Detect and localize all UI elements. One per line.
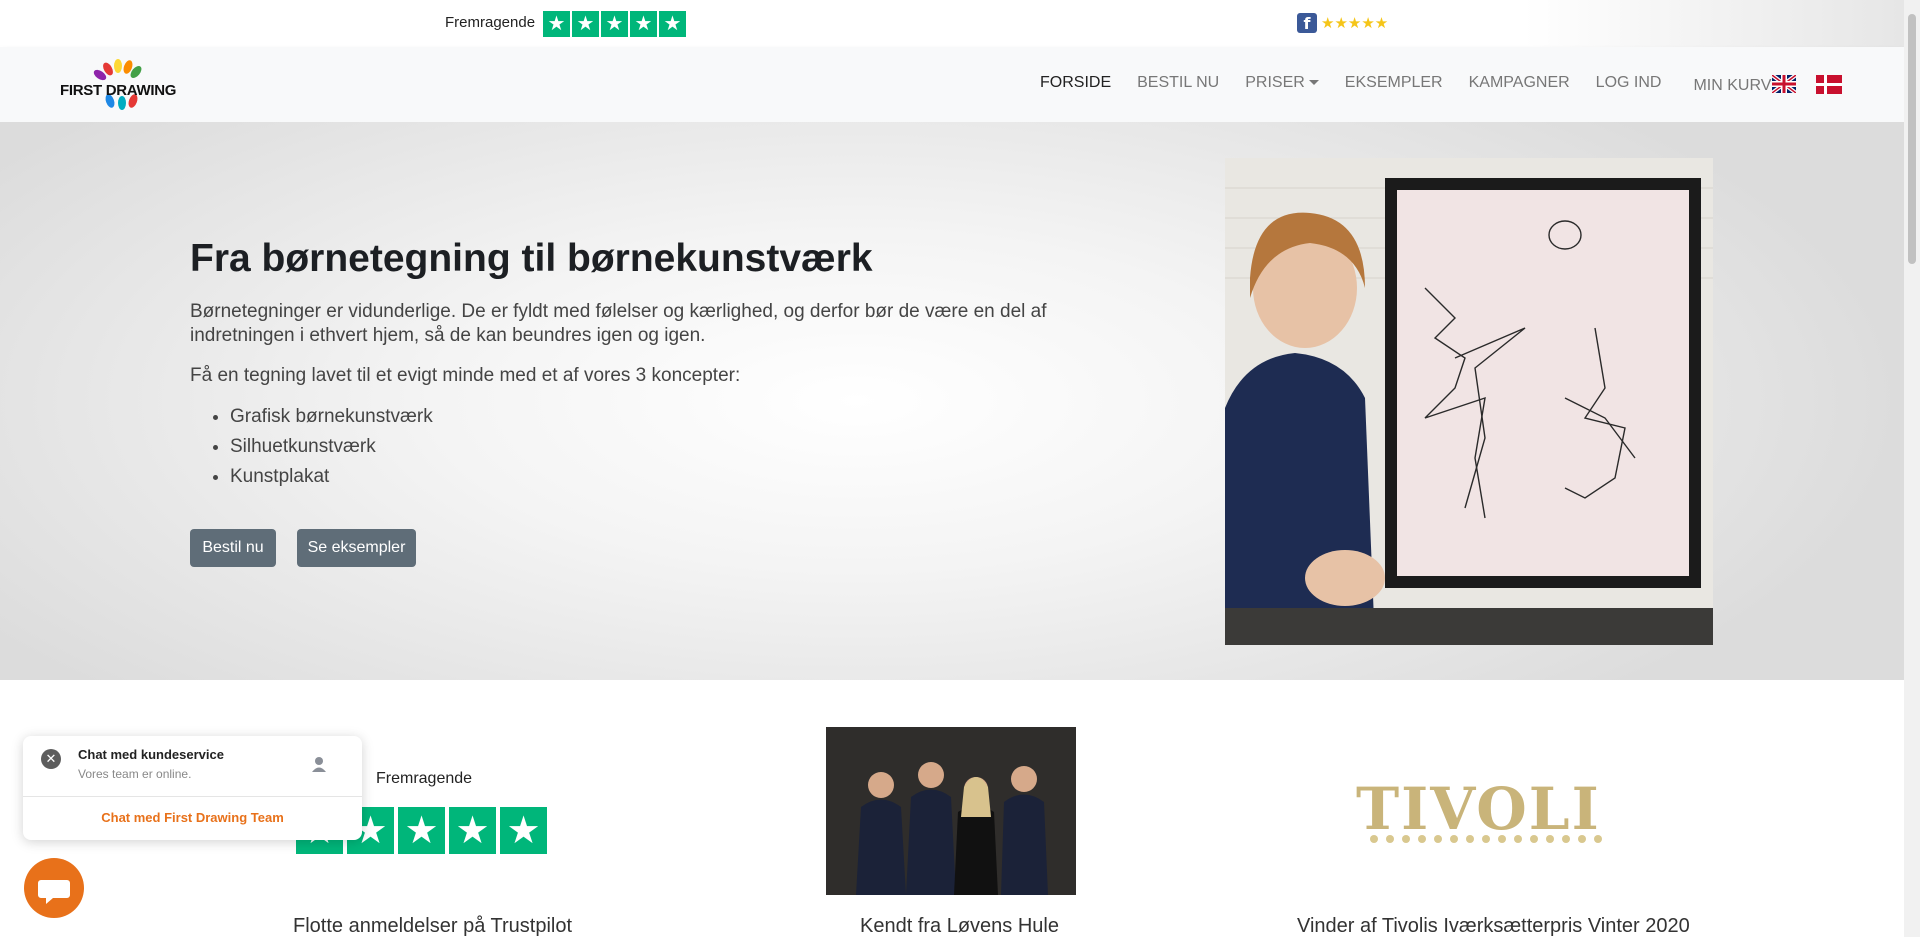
tivoli-caption: Vinder af Tivolis Iværksætterpris Vinter… [1297, 915, 1690, 937]
chat-start-link[interactable]: Chat med First Drawing Team [23, 810, 362, 825]
hero-concepts-intro: Få en tegning lavet til et evigt minde m… [190, 365, 741, 386]
trustpilot-caption: Flotte anmeldelser på Trustpilot [293, 915, 573, 937]
order-now-button[interactable]: Bestil nu [190, 529, 276, 567]
concepts-list: Grafisk børnekunstværk Silhuetkunstværk … [190, 402, 433, 492]
star-icon: ★ [659, 11, 686, 37]
star-icon: ★ [543, 11, 570, 37]
star-icon: ★ [449, 807, 496, 854]
nav-menu: FORSIDE BESTIL NU PRISER EKSEMPLER KAMPA… [1040, 74, 1821, 95]
facebook-icon: f [1297, 13, 1317, 33]
trustpilot-stars[interactable]: ★ ★ ★ ★ ★ [543, 11, 686, 37]
list-item: Kunstplakat [230, 462, 433, 492]
facebook-stars: ★★★★★ [1321, 15, 1389, 32]
chat-status: Vores team er online. [78, 767, 192, 781]
chat-popup: ✕ Chat med kundeservice Vores team er on… [23, 736, 362, 840]
nav-item-log-ind[interactable]: LOG IND [1596, 74, 1662, 95]
scrollbar-thumb[interactable] [1908, 14, 1916, 264]
hero-description: Børnetegninger er vidunderlige. De er fy… [190, 301, 1047, 346]
top-rating-bar: Fremragende ★ ★ ★ ★ ★ f ★★★★★ [0, 0, 1904, 47]
nav-item-priser-label: PRISER [1245, 74, 1305, 91]
star-icon: ★ [398, 807, 445, 854]
first-drawing-logo[interactable]: FIRST DRAWING [60, 59, 190, 111]
chat-title: Chat med kundeservice [78, 747, 224, 762]
chat-bubble-icon [38, 880, 70, 904]
main-navbar: FIRST DRAWING FORSIDE BESTIL NU PRISER E… [0, 47, 1904, 122]
star-icon: ★ [572, 11, 599, 37]
user-avatar-icon [312, 757, 326, 772]
cart-label: MIN KURV [1693, 77, 1772, 94]
close-icon[interactable]: ✕ [41, 749, 61, 769]
list-item: Grafisk børnekunstværk [230, 402, 433, 432]
hero-child-drawing-photo [1225, 158, 1713, 645]
nav-item-kampagner[interactable]: KAMPAGNER [1469, 74, 1570, 95]
danish-flag-icon[interactable] [1816, 75, 1842, 94]
uk-flag-icon[interactable] [1772, 75, 1796, 93]
nav-item-bestil-nu[interactable]: BESTIL NU [1137, 74, 1219, 95]
hero-section: Fra børnetegning til børnekunstværk Børn… [0, 122, 1904, 680]
chevron-down-icon [1308, 80, 1319, 86]
nav-item-priser[interactable]: PRISER [1245, 74, 1319, 95]
hero-title: Fra børnetegning til børnekunstværk [190, 237, 873, 280]
facebook-rating[interactable]: f ★★★★★ [1297, 13, 1388, 33]
lovens-hule-photo [826, 727, 1076, 895]
tivoli-logo: TIVOLI [1356, 775, 1601, 843]
see-examples-button[interactable]: Se eksempler [297, 529, 416, 567]
chat-launcher-button[interactable] [24, 858, 84, 918]
lovens-hule-caption: Kendt fra Løvens Hule [860, 915, 1059, 937]
trustpilot-big-label: Fremragende [376, 770, 473, 787]
nav-item-eksempler[interactable]: EKSEMPLER [1345, 74, 1443, 95]
nav-item-forside[interactable]: FORSIDE [1040, 74, 1111, 95]
star-icon: ★ [601, 11, 628, 37]
logo-text: FIRST DRAWING [60, 82, 177, 99]
tivoli-logo-dots [1370, 835, 1602, 843]
divider [23, 796, 362, 797]
trustpilot-rating-label: Fremragende [445, 14, 536, 31]
star-icon: ★ [630, 11, 657, 37]
list-item: Silhuetkunstværk [230, 432, 433, 462]
page-scrollbar[interactable] [1904, 0, 1920, 937]
star-icon: ★ [500, 807, 547, 854]
